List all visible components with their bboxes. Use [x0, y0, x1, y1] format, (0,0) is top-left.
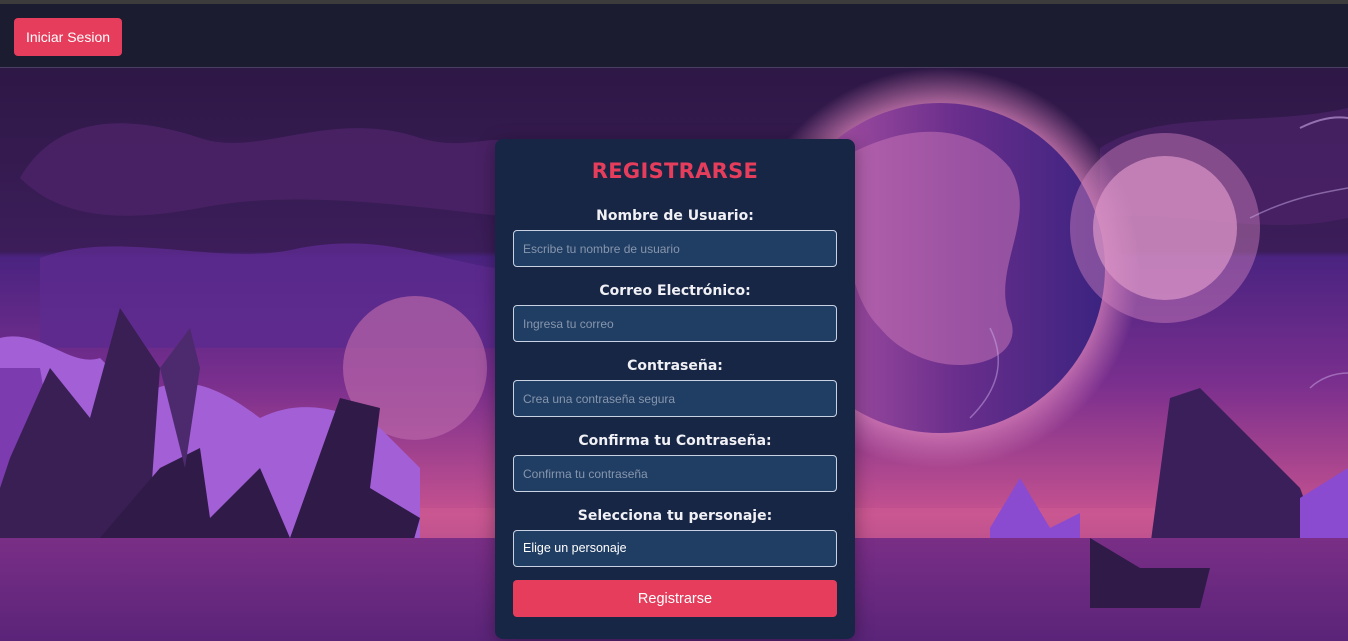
password-label: Contraseña: [627, 358, 723, 374]
login-button[interactable]: Iniciar Sesion [14, 18, 122, 56]
username-label: Nombre de Usuario: [596, 208, 754, 224]
register-submit-button[interactable]: Registrarse [513, 580, 837, 617]
register-card: REGISTRARSE Nombre de Usuario: Correo El… [495, 139, 855, 639]
navbar: Iniciar Sesion [0, 4, 1348, 68]
email-label: Correo Electrónico: [599, 283, 751, 299]
password-input[interactable] [513, 380, 837, 417]
email-input[interactable] [513, 305, 837, 342]
confirm-password-label: Confirma tu Contraseña: [578, 433, 772, 449]
username-input[interactable] [513, 230, 837, 267]
confirm-password-input[interactable] [513, 455, 837, 492]
character-select[interactable]: Elige un personaje [513, 530, 837, 567]
register-title: REGISTRARSE [591, 159, 759, 183]
character-label: Selecciona tu personaje: [577, 508, 773, 524]
